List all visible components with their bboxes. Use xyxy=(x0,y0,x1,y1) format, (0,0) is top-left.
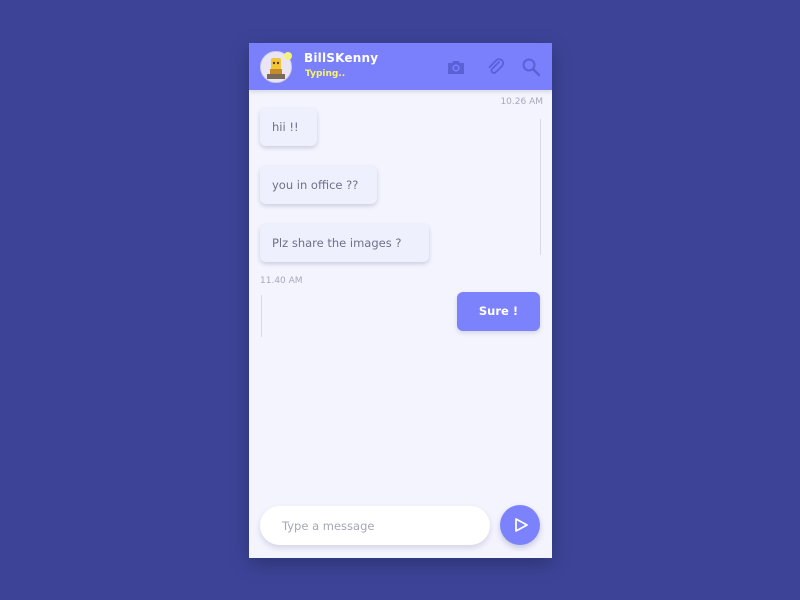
incoming-message[interactable]: Plz share the images ? xyxy=(260,224,429,262)
incoming-message[interactable]: you in office ?? xyxy=(260,166,377,204)
incoming-message[interactable]: hii !! xyxy=(260,108,317,146)
thread-divider xyxy=(261,295,262,337)
timestamp: 11.40 AM xyxy=(260,276,303,286)
search-icon[interactable] xyxy=(521,57,541,77)
contact-name[interactable]: BillSKenny xyxy=(304,51,378,65)
chat-window: BillSKenny Typing.. 10.26 AM hii !! you … xyxy=(249,43,552,558)
typing-status: Typing.. xyxy=(305,69,346,79)
message-composer xyxy=(260,506,490,545)
chat-header: BillSKenny Typing.. xyxy=(249,43,552,90)
message-input[interactable] xyxy=(282,506,482,545)
paperclip-icon[interactable] xyxy=(486,57,506,77)
timestamp: 10.26 AM xyxy=(500,97,543,107)
thread-divider xyxy=(540,119,541,255)
send-button[interactable] xyxy=(500,505,540,545)
camera-icon[interactable] xyxy=(446,57,466,77)
send-icon xyxy=(515,518,528,532)
outgoing-message[interactable]: Sure ! xyxy=(457,292,540,331)
online-indicator xyxy=(284,52,292,60)
